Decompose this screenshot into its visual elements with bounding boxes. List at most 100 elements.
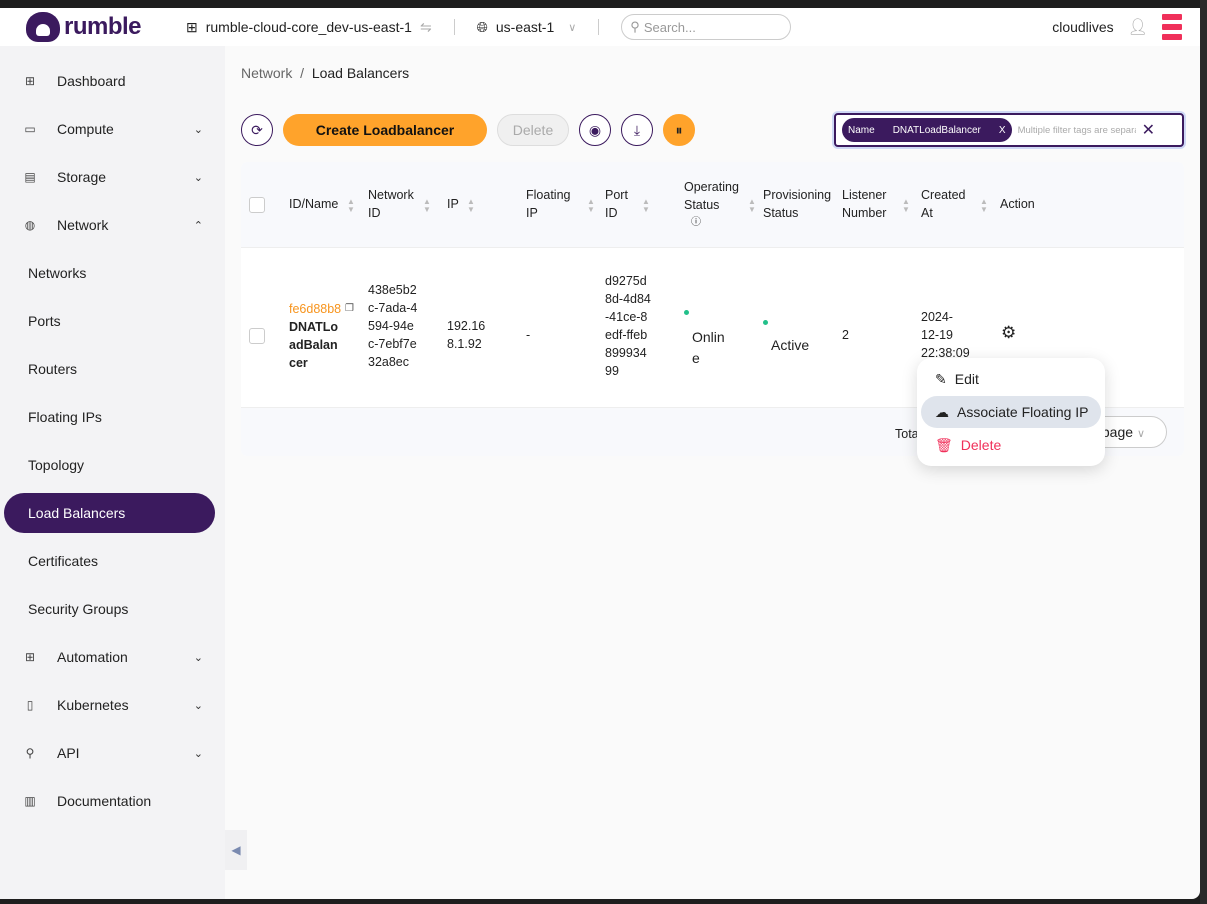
chevron-down-icon[interactable]: ⌄: [194, 747, 203, 760]
sidebar-item-label: API: [57, 745, 80, 761]
sidebar-item-topology[interactable]: Topology: [4, 445, 215, 485]
search-icon: ⚲: [630, 19, 640, 34]
col-ip[interactable]: IP: [447, 195, 459, 213]
sidebar-item-ports[interactable]: Ports: [4, 301, 215, 341]
row-floating-ip: -: [526, 328, 531, 342]
row-id-link[interactable]: fe6d88b8: [289, 300, 341, 318]
gear-icon[interactable]: ⚙: [1001, 324, 1016, 342]
col-id-name[interactable]: ID/Name: [289, 195, 338, 213]
sidebar-item-kubernetes[interactable]: ▯ Kubernetes ⌄: [4, 685, 215, 725]
sidebar-item-storage[interactable]: ▤ Storage ⌄: [4, 157, 215, 197]
sidebar: ⊞ Dashboard ▭ Compute ⌄ ▤ Storage ⌄ ◍ Network ⌃ Net…: [0, 46, 225, 899]
sort-icon[interactable]: ▲ ▼: [587, 198, 595, 214]
sidebar-item-certificates[interactable]: Certificates: [4, 541, 215, 581]
sidebar-item-compute[interactable]: ▭ Compute ⌄: [4, 109, 215, 149]
sort-icon[interactable]: ▲ ▼: [467, 198, 475, 214]
status-dot: [763, 320, 768, 325]
sidebar-item-label: Documentation: [57, 793, 152, 809]
select-all-checkbox[interactable]: [249, 197, 265, 213]
sidebar-item-network[interactable]: ◍ Network ⌃: [4, 205, 215, 245]
help-icon[interactable]: ⓘ: [691, 214, 701, 232]
sidebar-item-label: Certificates: [28, 553, 99, 569]
sidebar-item-label: Kubernetes: [57, 697, 129, 713]
clear-filter-icon[interactable]: ✕: [1142, 120, 1155, 140]
delete-button[interactable]: Delete: [497, 114, 569, 146]
sort-icon[interactable]: ▲ ▼: [748, 198, 756, 214]
plug-icon: ⚲: [25, 746, 35, 760]
col-operating-status[interactable]: Operating Status: [684, 178, 744, 214]
sidebar-item-label: Network: [57, 217, 109, 233]
sort-icon[interactable]: ▲ ▼: [423, 198, 431, 214]
row-listener-number: 2: [842, 328, 849, 342]
chevron-up-icon[interactable]: ⌃: [194, 219, 203, 232]
col-provisioning-status[interactable]: Provisioning Status: [763, 186, 835, 222]
refresh-button[interactable]: ⟳: [241, 114, 273, 146]
sort-icon[interactable]: ▲ ▼: [980, 198, 988, 214]
sidebar-item-automation[interactable]: ⊞ Automation ⌄: [4, 637, 215, 677]
breadcrumb-network[interactable]: Network: [241, 65, 292, 81]
sort-icon[interactable]: ▲ ▼: [642, 198, 650, 214]
chevron-down-icon[interactable]: ⌄: [194, 651, 203, 664]
chevron-down-icon[interactable]: ⌄: [194, 171, 203, 184]
col-network-id[interactable]: Network ID: [368, 186, 418, 222]
username[interactable]: cloudlives: [1052, 19, 1113, 35]
chevron-down-icon: ∨: [1136, 428, 1145, 440]
desktop-background: [1200, 0, 1207, 904]
sidebar-item-label: Topology: [28, 457, 85, 473]
eye-icon[interactable]: ◉: [579, 114, 611, 146]
remove-tag-icon[interactable]: X: [999, 125, 1006, 136]
row-name: DNATLoadBalancer: [289, 320, 339, 370]
divider: [453, 19, 455, 35]
sidebar-item-floating-ips[interactable]: Floating IPs: [4, 397, 215, 437]
sidebar-item-label: Networks: [28, 265, 87, 281]
book-icon: ▥: [24, 794, 36, 808]
breadcrumb: Network / Load Balancers: [241, 65, 410, 81]
status-dot: [684, 310, 689, 315]
breadcrumb-current: Load Balancers: [311, 65, 410, 81]
top-bar: rumble ⊞ rumble-cloud-core_dev-us-east-1 ⇋…: [0, 8, 1200, 46]
sidebar-item-routers[interactable]: Routers: [4, 349, 215, 389]
col-floating-ip[interactable]: Floating IP: [526, 186, 574, 222]
col-port-id[interactable]: Port ID: [605, 186, 635, 222]
sidebar-item-api[interactable]: ⚲ API ⌄: [4, 733, 215, 773]
region-selector[interactable]: 🌐︎ us-east-1 ∨: [477, 19, 577, 36]
sidebar-item-documentation[interactable]: ▥ Documentation: [4, 781, 215, 821]
row-operating-status: Online: [692, 329, 725, 366]
menu-item-associate-floating-ip[interactable]: ☁ Associate Floating IP: [921, 396, 1101, 428]
rumble-logo[interactable]: rumble: [26, 12, 186, 42]
menu-item-edit[interactable]: ✎ Edit: [921, 363, 1101, 395]
globe-icon: 🌐︎: [476, 18, 488, 35]
project-selector[interactable]: ⊞ rumble-cloud-core_dev-us-east-1 ⇋: [186, 19, 432, 36]
user-icon[interactable]: 👤︎: [1128, 17, 1148, 37]
sort-icon[interactable]: ▲ ▼: [902, 198, 910, 214]
row-created-at: 2024-12-19 22:38:09: [921, 310, 970, 360]
col-created-at[interactable]: Created At: [921, 186, 971, 222]
copy-icon[interactable]: ❐: [345, 300, 354, 318]
filter-input[interactable]: Name DNATLoadBalancer X Multiple filter ta…: [834, 113, 1184, 147]
row-port-id: d9275d8d-4d84-41ce-8edf-ffeb89993499: [605, 274, 651, 378]
sidebar-item-load-balancers[interactable]: Load Balancers: [4, 493, 215, 533]
collapse-sidebar-icon[interactable]: ◀: [225, 830, 247, 870]
create-loadbalancer-button[interactable]: Create Loadbalancer: [283, 114, 487, 146]
sidebar-item-networks[interactable]: Networks: [4, 253, 215, 293]
row-ip: 192.168.1.92: [447, 319, 486, 351]
sidebar-item-dashboard[interactable]: ⊞ Dashboard: [4, 61, 215, 101]
pause-icon[interactable]: ⏸︎: [663, 114, 695, 146]
divider: [598, 19, 600, 35]
switch-icon[interactable]: ⇋: [420, 19, 432, 36]
document-icon: ▯: [26, 698, 34, 712]
col-listener-number[interactable]: Listener Number: [842, 186, 894, 222]
sidebar-item-label: Ports: [28, 313, 61, 329]
sidebar-item-security-groups[interactable]: Security Groups: [4, 589, 215, 629]
chevron-down-icon[interactable]: ⌄: [194, 699, 203, 712]
search-input[interactable]: ⚲ Search...: [621, 14, 792, 40]
menu-item-delete[interactable]: 🗑︎ Delete: [921, 429, 1101, 461]
sort-icon[interactable]: ▲ ▼: [347, 198, 355, 214]
row-checkbox[interactable]: [249, 328, 265, 344]
sidebar-item-label: Compute: [57, 121, 114, 137]
menu-icon[interactable]: [1162, 14, 1182, 40]
grid-icon: ⊞: [24, 74, 36, 88]
download-icon[interactable]: ⤓: [621, 114, 653, 146]
monitor-icon: ▭: [24, 122, 36, 136]
chevron-down-icon[interactable]: ⌄: [194, 123, 203, 136]
